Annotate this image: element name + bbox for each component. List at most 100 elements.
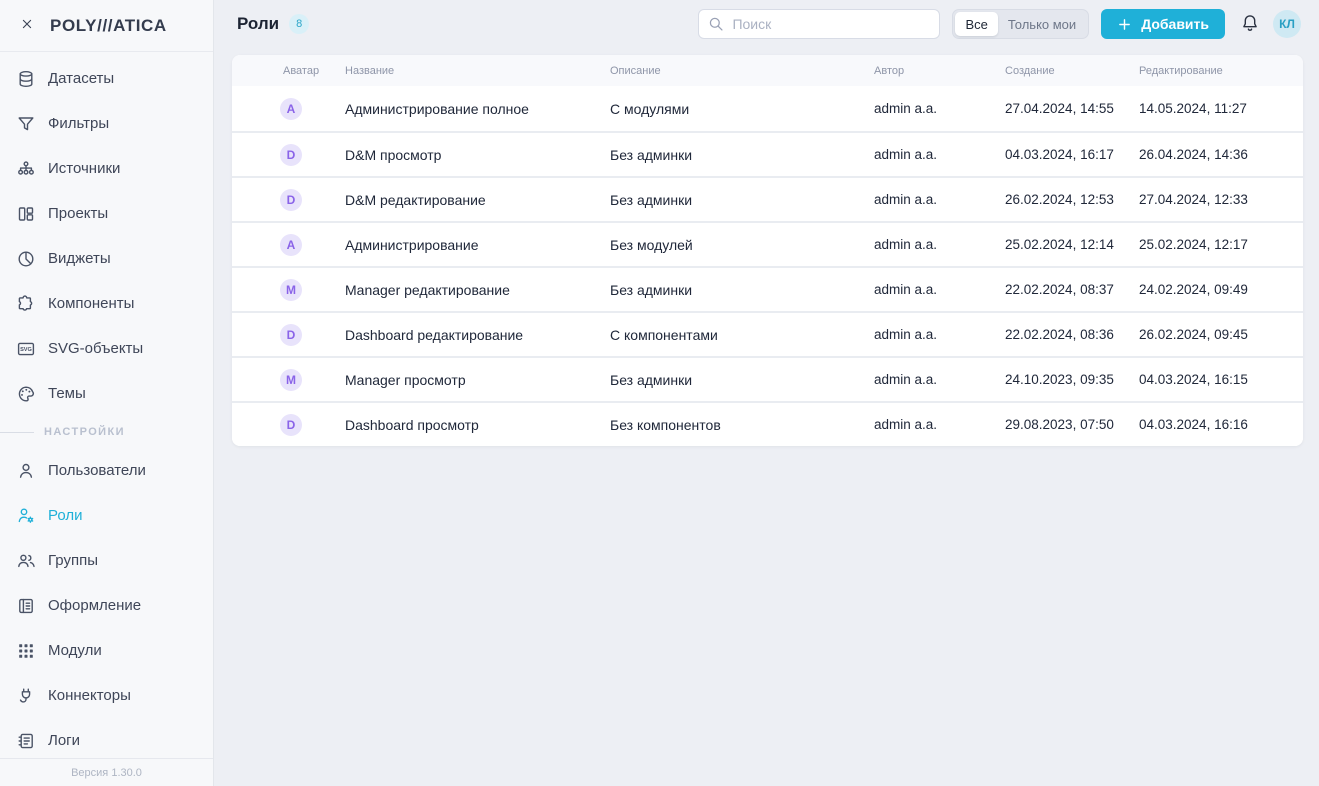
role-created: 22.02.2024, 08:36 [1005, 327, 1139, 342]
role-name: Администрирование [345, 237, 610, 253]
role-author: admin a.a. [874, 101, 1005, 116]
column-header: Описание [610, 65, 874, 77]
role-avatar-cell: M [232, 369, 345, 391]
role-created: 29.08.2023, 07:50 [1005, 417, 1139, 432]
settings-section-header: НАСТРОЙКИ [0, 416, 213, 448]
role-avatar: D [280, 324, 302, 346]
filter-mine-button[interactable]: Только мои [998, 12, 1086, 36]
role-avatar: D [280, 144, 302, 166]
close-icon [19, 16, 35, 35]
user-avatar[interactable]: КЛ [1273, 10, 1301, 38]
column-header: Редактирование [1139, 65, 1303, 77]
role-avatar: A [280, 98, 302, 120]
search-input[interactable] [732, 16, 931, 32]
user-icon [16, 461, 36, 481]
database-icon [16, 69, 36, 89]
sidebar-item-widgets[interactable]: Виджеты [0, 236, 213, 281]
role-description: Без админки [610, 147, 874, 163]
role-edited: 27.04.2024, 12:33 [1139, 192, 1303, 207]
sidebar-item-label: Коннекторы [48, 687, 131, 704]
users-icon [16, 551, 36, 571]
sidebar-item-modules[interactable]: Модули [0, 628, 213, 673]
app-window: POLY///ATICA Датасеты Фильтры Источники Про… [0, 0, 1319, 786]
svg-box-icon: SVG [16, 339, 36, 359]
sidebar-item-roles[interactable]: Роли [0, 493, 213, 538]
role-created: 22.02.2024, 08:37 [1005, 282, 1139, 297]
table-row[interactable]: A Администрирование полное С модулями ad… [232, 86, 1303, 131]
role-avatar-cell: D [232, 414, 345, 436]
pie-chart-icon [16, 249, 36, 269]
sidebar-item-label: Компоненты [48, 295, 134, 312]
filter-segmented-control: Все Только мои [952, 9, 1089, 39]
table-row[interactable]: D D&M редактирование Без админки admin a… [232, 176, 1303, 221]
palette-icon [16, 384, 36, 404]
role-name: D&M редактирование [345, 192, 610, 208]
sidebar-item-groups[interactable]: Группы [0, 538, 213, 583]
sidebar-item-label: Оформление [48, 597, 141, 614]
svg-text:SVG: SVG [20, 347, 32, 353]
role-created: 25.02.2024, 12:14 [1005, 237, 1139, 252]
add-button[interactable]: Добавить [1101, 9, 1225, 39]
sidebar-item-sources[interactable]: Источники [0, 146, 213, 191]
section-divider [0, 432, 34, 433]
role-created: 27.04.2024, 14:55 [1005, 101, 1139, 116]
search-box [698, 9, 940, 39]
table-row[interactable]: A Администрирование Без модулей admin a.… [232, 221, 1303, 266]
sidebar-nav: Датасеты Фильтры Источники Проекты Виджеты Ко… [0, 52, 213, 763]
table-row[interactable]: D D&M просмотр Без админки admin a.a. 04… [232, 131, 1303, 176]
page-title: Роли [237, 14, 279, 34]
bell-icon [1240, 13, 1260, 36]
role-created: 04.03.2024, 16:17 [1005, 147, 1139, 162]
sidebar-item-themes[interactable]: Темы [0, 371, 213, 416]
sidebar-item-label: SVG-объекты [48, 340, 143, 357]
role-avatar: M [280, 369, 302, 391]
table-row[interactable]: D Dashboard просмотр Без компонентов adm… [232, 401, 1303, 446]
search-icon [707, 15, 725, 33]
sidebar-item-label: Логи [48, 732, 80, 749]
table-row[interactable]: D Dashboard редактирование С компонентам… [232, 311, 1303, 356]
role-author: admin a.a. [874, 372, 1005, 387]
notebook-icon [16, 731, 36, 751]
table-row[interactable]: M Manager просмотр Без админки admin a.a… [232, 356, 1303, 401]
role-description: Без компонентов [610, 417, 874, 433]
sidebar-item-svg-objects[interactable]: SVG SVG-объекты [0, 326, 213, 371]
role-description: С модулями [610, 101, 874, 117]
sidebar-header: POLY///ATICA [0, 0, 213, 52]
role-edited: 04.03.2024, 16:16 [1139, 417, 1303, 432]
notifications-button[interactable] [1239, 13, 1261, 35]
sidebar-item-label: Группы [48, 552, 98, 569]
table-row[interactable]: M Manager редактирование Без админки adm… [232, 266, 1303, 311]
role-avatar-cell: A [232, 98, 345, 120]
role-description: С компонентами [610, 327, 874, 343]
sidebar-item-projects[interactable]: Проекты [0, 191, 213, 236]
sidebar-item-label: Роли [48, 507, 83, 524]
sidebar-item-filters[interactable]: Фильтры [0, 101, 213, 146]
role-description: Без админки [610, 282, 874, 298]
sidebar-item-logs[interactable]: Логи [0, 718, 213, 763]
role-author: admin a.a. [874, 147, 1005, 162]
sidebar-collapse-button[interactable] [16, 15, 38, 37]
filter-all-button[interactable]: Все [955, 12, 997, 36]
role-avatar: D [280, 189, 302, 211]
role-name: D&M просмотр [345, 147, 610, 163]
role-edited: 26.04.2024, 14:36 [1139, 147, 1303, 162]
grid-dots-icon [16, 641, 36, 661]
role-author: admin a.a. [874, 417, 1005, 432]
role-avatar-cell: A [232, 234, 345, 256]
plug-icon [16, 686, 36, 706]
hierarchy-icon [16, 159, 36, 179]
role-avatar: D [280, 414, 302, 436]
sidebar-item-components[interactable]: Компоненты [0, 281, 213, 326]
sidebar-item-label: Фильтры [48, 115, 109, 132]
sidebar-item-datasets[interactable]: Датасеты [0, 56, 213, 101]
sidebar-item-label: Источники [48, 160, 120, 177]
sidebar-item-connectors[interactable]: Коннекторы [0, 673, 213, 718]
sidebar-item-label: Виджеты [48, 250, 111, 267]
sidebar-item-appearance[interactable]: Оформление [0, 583, 213, 628]
sidebar-item-users[interactable]: Пользователи [0, 448, 213, 493]
role-edited: 14.05.2024, 11:27 [1139, 101, 1303, 116]
role-avatar-cell: D [232, 324, 345, 346]
role-avatar-cell: D [232, 189, 345, 211]
add-button-label: Добавить [1141, 16, 1209, 32]
settings-section-label: НАСТРОЙКИ [44, 426, 125, 438]
